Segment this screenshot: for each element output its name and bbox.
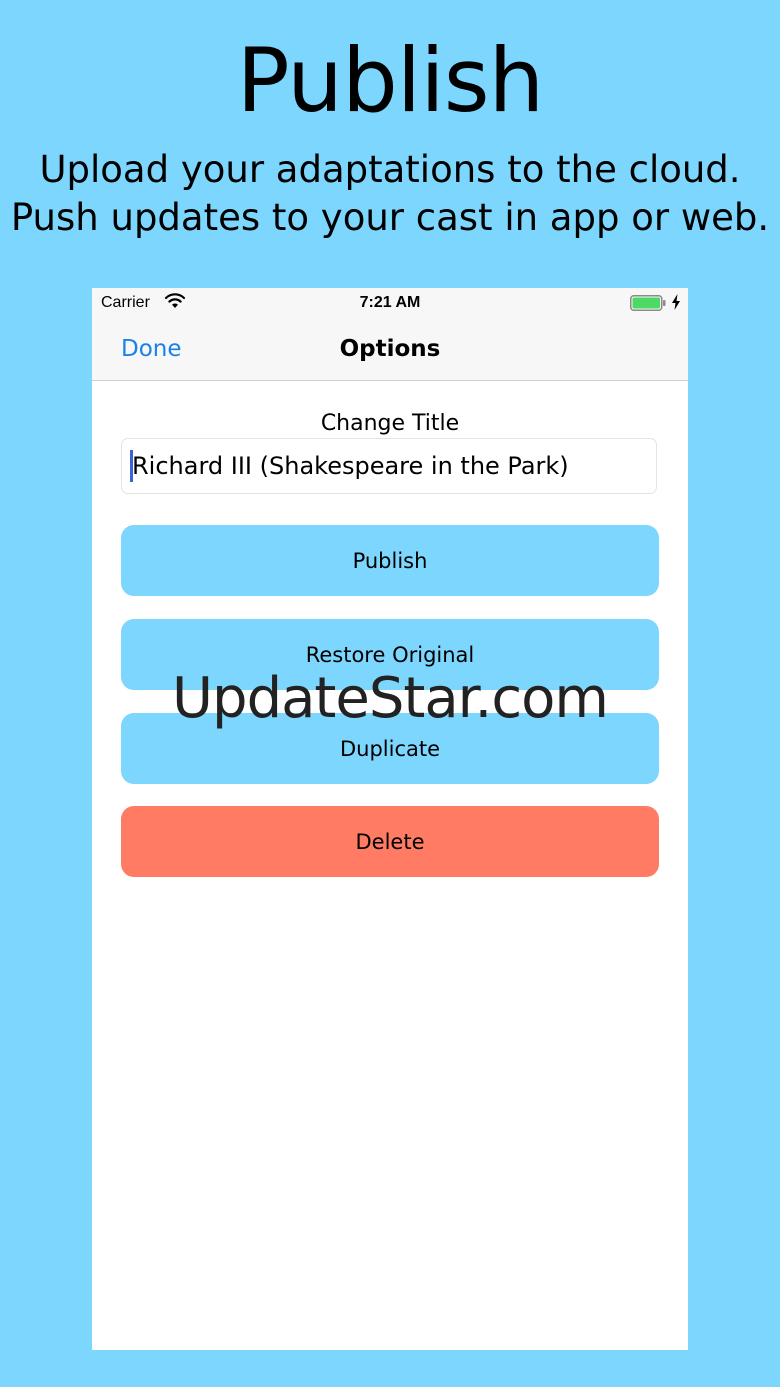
restore-original-button[interactable]: Restore Original [121,619,659,690]
battery-icon [630,295,666,311]
charging-icon [672,294,680,310]
change-title-label: Change Title [320,411,460,436]
text-cursor [130,450,133,482]
nav-title: Options [339,336,441,362]
promo-headline: Publish [236,29,545,132]
promo-subline-1: Upload your adaptations to the cloud. [39,148,741,191]
delete-button[interactable]: Delete [121,806,659,877]
status-bar: Carrier 7:21 AM [92,288,688,318]
phone-screen: Carrier 7:21 AM Done Options Change Titl… [92,288,688,1350]
title-input[interactable] [121,438,657,494]
promo-subline-2: Push updates to your cast in app or web. [10,196,770,239]
navigation-bar: Done Options [92,318,688,381]
status-time: 7:21 AM [359,294,421,311]
publish-button[interactable]: Publish [121,525,659,596]
duplicate-button[interactable]: Duplicate [121,713,659,784]
